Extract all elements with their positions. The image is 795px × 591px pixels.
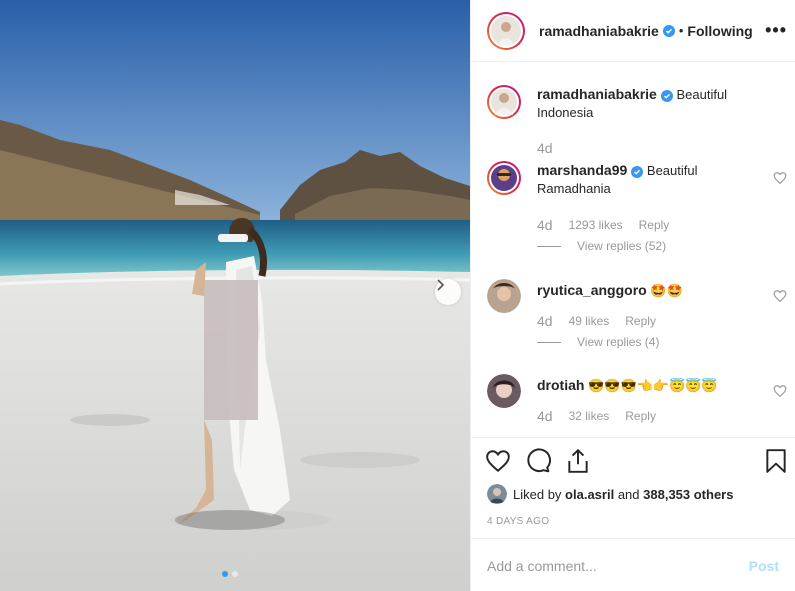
caption-avatar[interactable]	[487, 85, 521, 119]
carousel-dot	[232, 571, 238, 577]
reply-button[interactable]: Reply	[639, 218, 670, 232]
carousel-dot-active	[222, 571, 228, 577]
post-dialog: ramadhaniabakrie • Following ••• ramadha…	[0, 0, 795, 591]
comment-emoji: 🤩🤩	[650, 283, 683, 298]
following-button[interactable]: Following	[687, 23, 752, 39]
commenter-avatar[interactable]	[487, 374, 521, 408]
post-photo[interactable]	[0, 0, 470, 591]
likes-count[interactable]: 388,353 others	[643, 487, 733, 502]
avatar-image	[489, 87, 519, 117]
comment-age: 4d	[537, 408, 553, 424]
comment-like-count[interactable]: 49 likes	[569, 314, 610, 328]
liker-avatar[interactable]	[487, 484, 507, 504]
view-replies-label[interactable]: View replies (4)	[577, 335, 659, 349]
caption-username[interactable]: ramadhaniabakrie	[537, 86, 657, 102]
beach-photo	[0, 0, 470, 591]
separator-dot: •	[678, 23, 684, 38]
post-sidebar: ramadhaniabakrie • Following ••• ramadha…	[470, 0, 795, 591]
author-username[interactable]: ramadhaniabakrie	[539, 23, 659, 39]
comment-meta: 4d 1293 likes Reply	[537, 217, 669, 233]
avatar-image	[489, 163, 519, 193]
comment-meta: 4d 49 likes Reply	[537, 313, 656, 329]
carousel-indicator	[222, 571, 238, 577]
comment-meta: 4d 32 likes Reply	[537, 408, 656, 424]
next-photo-button[interactable]	[435, 279, 461, 305]
caption-line1: Beautiful	[676, 87, 728, 102]
view-replies[interactable]: View replies (4)	[537, 335, 659, 349]
post-date[interactable]: 4 DAYS AGO	[487, 516, 549, 527]
comment-like-count[interactable]: 1293 likes	[569, 218, 623, 232]
comment-like-heart-icon[interactable]	[773, 289, 787, 303]
comment-like-heart-icon[interactable]	[773, 171, 787, 185]
view-replies[interactable]: View replies (52)	[537, 239, 666, 253]
likes-and: and	[617, 486, 640, 502]
post-header: ramadhaniabakrie • Following •••	[471, 0, 795, 62]
comment-age: 4d	[537, 313, 553, 329]
chevron-right-icon	[437, 279, 445, 291]
liked-by-prefix: Liked by	[513, 486, 562, 502]
avatar-image	[491, 15, 521, 46]
comment-emoji: 😎😎😎👈👉😇😇😇	[588, 378, 718, 393]
share-icon[interactable]	[565, 448, 591, 474]
verified-badge-icon	[662, 24, 675, 37]
comment-icon[interactable]	[525, 448, 551, 474]
comment-like-count[interactable]: 32 likes	[569, 409, 610, 423]
author-avatar[interactable]	[487, 11, 525, 50]
liker-username[interactable]: ola.asril	[565, 487, 614, 502]
comment: ryutica_anggoro 🤩🤩 4d 49 likes Reply Vie…	[487, 279, 787, 359]
comment: marshanda99 Beautiful Ramadhania 4d 1293…	[487, 161, 787, 261]
comment-like-heart-icon[interactable]	[773, 384, 787, 398]
verified-badge-icon	[660, 89, 673, 102]
caption-line2: Indonesia	[537, 105, 594, 120]
avatar-image	[487, 374, 521, 408]
verified-badge-icon	[631, 165, 644, 178]
post-actions: Liked by ola.asril and 388,353 others 4 …	[471, 437, 795, 591]
comment-text: drotiah 😎😎😎👈👉😇😇😇	[537, 376, 762, 395]
add-comment-bar: Post	[471, 538, 795, 591]
more-options-icon[interactable]: •••	[765, 20, 787, 41]
view-replies-label[interactable]: View replies (52)	[577, 239, 666, 253]
comment-text: ryutica_anggoro 🤩🤩	[537, 281, 762, 300]
caption-meta: 4d	[537, 140, 553, 156]
comment-age: 4d	[537, 217, 553, 233]
avatar-image	[487, 279, 521, 313]
comment-line1: Beautiful	[646, 163, 698, 178]
replies-line	[537, 245, 561, 247]
likes-summary: Liked by ola.asril and 388,353 others	[487, 484, 733, 504]
comment-username[interactable]: marshanda99	[537, 162, 627, 178]
comments-list: ramadhaniabakrie Beautiful Indonesia 4d	[471, 63, 795, 436]
comment-text: marshanda99 Beautiful Ramadhania	[537, 161, 762, 198]
comment-username[interactable]: drotiah	[537, 377, 584, 393]
comment-username[interactable]: ryutica_anggoro	[537, 282, 647, 298]
caption-age: 4d	[537, 140, 553, 156]
bookmark-icon[interactable]	[763, 448, 789, 474]
commenter-avatar[interactable]	[487, 279, 521, 313]
reply-button[interactable]: Reply	[625, 314, 656, 328]
action-buttons	[485, 448, 591, 474]
reply-button[interactable]: Reply	[625, 409, 656, 423]
comment-input[interactable]	[487, 557, 749, 574]
post-comment-button[interactable]: Post	[749, 558, 779, 574]
caption-text: ramadhaniabakrie Beautiful Indonesia	[537, 85, 762, 122]
comment: drotiah 😎😎😎👈👉😇😇😇 4d 32 likes Reply	[487, 374, 787, 436]
commenter-avatar[interactable]	[487, 161, 521, 195]
comment-line2: Ramadhania	[537, 181, 611, 196]
heart-icon[interactable]	[485, 448, 511, 474]
replies-line	[537, 341, 561, 343]
caption: ramadhaniabakrie Beautiful Indonesia 4d	[487, 85, 787, 165]
